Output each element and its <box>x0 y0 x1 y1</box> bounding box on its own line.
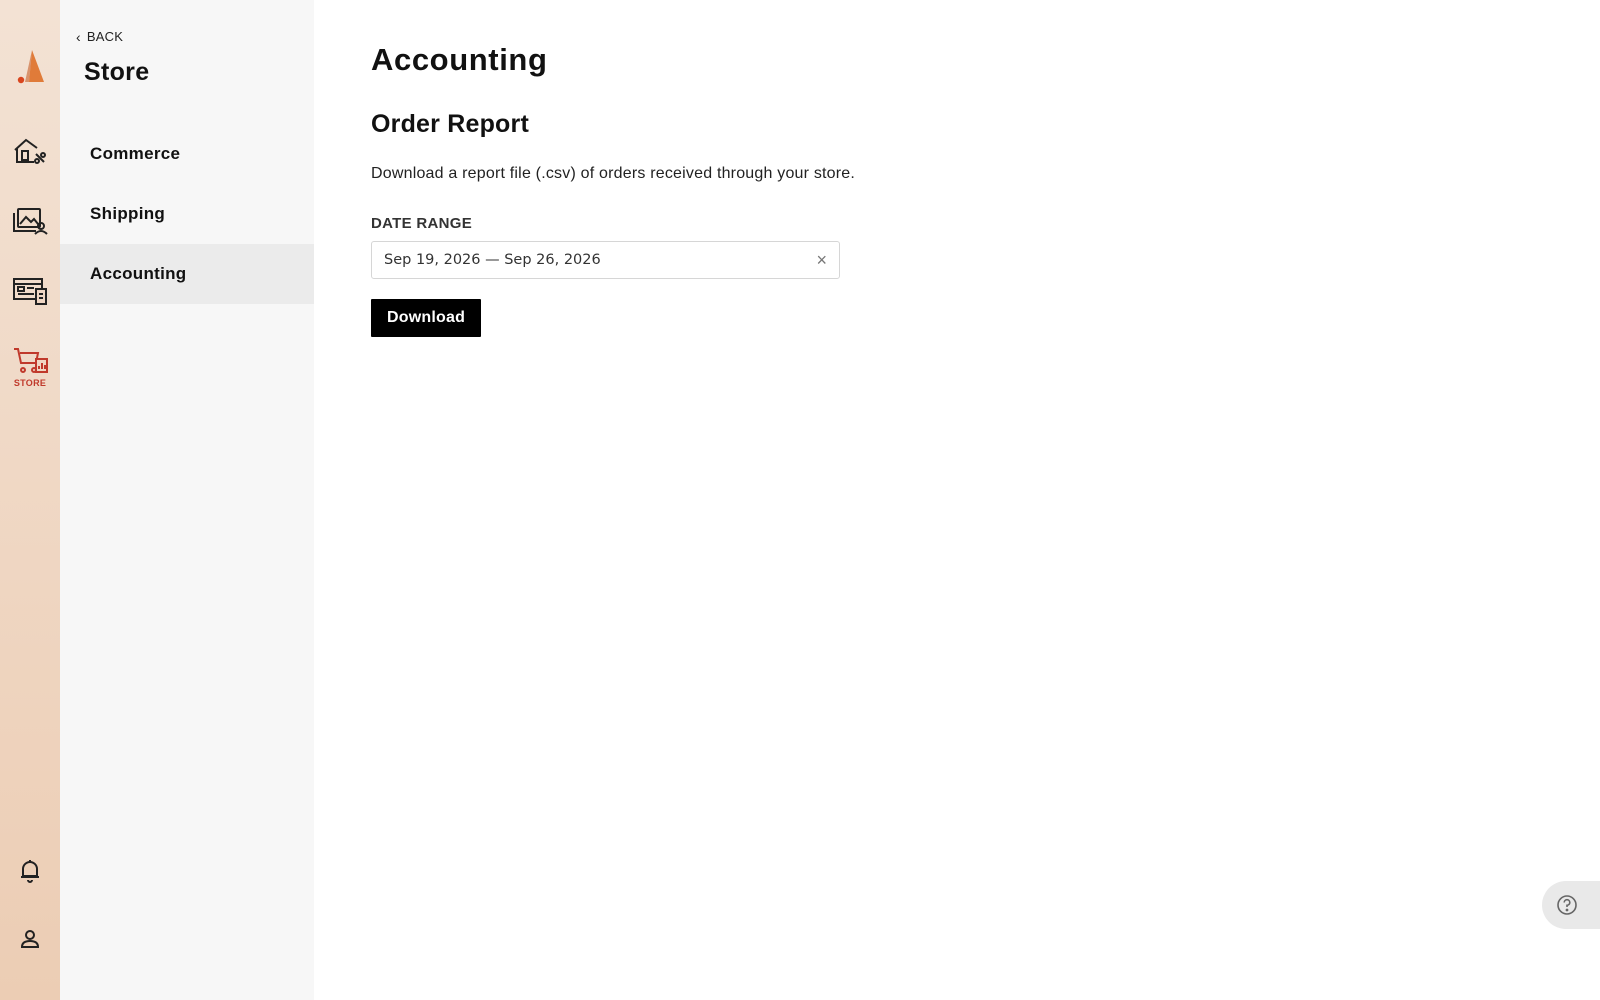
bell-icon[interactable] <box>0 858 60 884</box>
clear-icon[interactable]: × <box>816 251 827 269</box>
media-library-icon[interactable] <box>0 206 60 236</box>
chevron-left-icon: ‹ <box>76 28 81 45</box>
icon-rail: STORE <box>0 0 60 1000</box>
page-title: Accounting <box>371 42 548 77</box>
sidebar-item-accounting[interactable]: Accounting <box>60 244 314 304</box>
sidebar-item-shipping[interactable]: Shipping <box>60 184 314 244</box>
back-link[interactable]: ‹ BACK <box>76 29 123 44</box>
layout-icon[interactable] <box>0 276 60 306</box>
cart-chart-icon <box>14 348 48 373</box>
date-range-field[interactable]: × <box>371 241 840 279</box>
date-range-label: DATE RANGE <box>371 215 473 232</box>
store-sidebar: ‹ BACK Store Commerce Shipping Accountin… <box>60 0 314 1000</box>
download-button[interactable]: Download <box>371 299 482 337</box>
section-description: Download a report file (.csv) of orders … <box>371 165 856 182</box>
section-title: Order Report <box>371 110 529 138</box>
sidebar-title: Store <box>84 58 150 86</box>
store-rail-button[interactable]: STORE <box>0 346 60 388</box>
house-edit-icon[interactable] <box>0 136 60 166</box>
sidebar-item-commerce[interactable]: Commerce <box>60 124 314 184</box>
back-label: BACK <box>86 29 124 44</box>
help-circle-icon <box>1557 895 1577 915</box>
date-range-input[interactable] <box>384 252 817 268</box>
store-rail-label: STORE <box>13 378 47 388</box>
sidebar-nav: Commerce Shipping Accounting <box>60 124 314 304</box>
help-button[interactable] <box>1542 881 1600 929</box>
user-icon[interactable] <box>0 927 60 951</box>
brand-logo-icon[interactable] <box>0 46 60 86</box>
